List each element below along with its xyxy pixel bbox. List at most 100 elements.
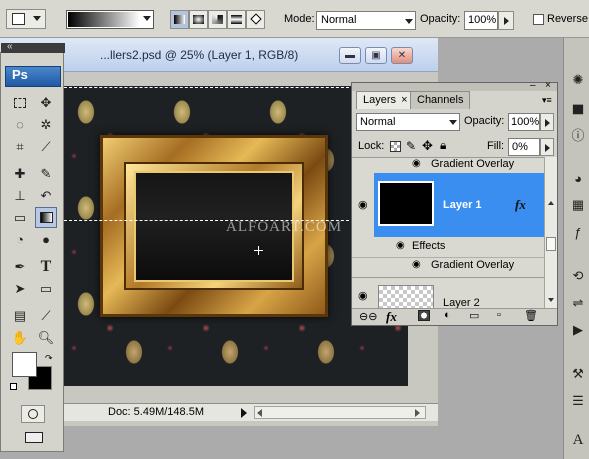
reverse-checkbox[interactable] bbox=[533, 14, 544, 25]
scroll-left-arrow[interactable] bbox=[257, 409, 262, 417]
add-mask-icon[interactable] bbox=[418, 310, 430, 321]
horizontal-scrollbar[interactable] bbox=[254, 406, 426, 419]
layer-row-layer1[interactable]: ◉ Layer 1 fx bbox=[352, 173, 544, 237]
tab-close-icon[interactable]: × bbox=[401, 94, 407, 106]
document-titlebar[interactable]: ...llers2.psd @ 25% (Layer 1, RGB/8) ▬ ▣… bbox=[0, 38, 438, 72]
toolbox-grip[interactable]: « bbox=[1, 41, 65, 53]
styles-icon[interactable]: ƒ bbox=[567, 222, 589, 242]
linear-gradient-button[interactable] bbox=[170, 10, 189, 29]
radial-gradient-button[interactable] bbox=[189, 10, 208, 29]
notes-tool-icon[interactable]: ▤ bbox=[9, 305, 31, 326]
blend-mode-select[interactable]: Normal bbox=[356, 113, 460, 131]
quick-mask-button[interactable] bbox=[21, 405, 45, 423]
new-group-icon[interactable]: ▭ bbox=[469, 309, 479, 322]
play-actions-icon[interactable]: ▶ bbox=[567, 320, 589, 340]
path-selection-tool-icon[interactable]: ➤ bbox=[9, 278, 31, 299]
history-brush-tool-icon[interactable]: ↶ bbox=[35, 185, 57, 206]
fx-icon[interactable]: fx bbox=[515, 197, 526, 213]
adjustment-layer-icon[interactable]: ◐ bbox=[444, 309, 451, 321]
color-icon[interactable]: ◕ bbox=[567, 168, 589, 188]
maximize-button[interactable]: ▣ bbox=[365, 47, 387, 64]
gradient-overlay-row[interactable]: ◉ Gradient Overlay bbox=[352, 259, 544, 274]
default-colors-icon[interactable] bbox=[10, 383, 17, 390]
tool-presets-icon[interactable]: ⚒ bbox=[567, 364, 589, 384]
pen-tool-icon[interactable]: ✒ bbox=[9, 256, 31, 277]
eye-icon[interactable]: ◉ bbox=[412, 259, 421, 270]
opacity-slider-toggle[interactable] bbox=[498, 11, 514, 30]
actions-icon[interactable]: ⇌ bbox=[567, 293, 589, 313]
dodge-tool-icon[interactable]: ● bbox=[35, 229, 57, 250]
status-menu-arrow[interactable] bbox=[241, 408, 247, 418]
swatches-icon[interactable]: ▦ bbox=[567, 195, 589, 215]
lock-image-icon[interactable]: ✎ bbox=[406, 139, 416, 153]
panel-close-icon[interactable]: × bbox=[545, 80, 551, 91]
tab-layers[interactable]: Layers × bbox=[356, 91, 415, 109]
shape-tool-icon[interactable]: ▭ bbox=[35, 278, 57, 299]
panel-collapse-icon[interactable]: – bbox=[530, 80, 536, 91]
opacity-input[interactable]: 100% bbox=[464, 11, 498, 30]
close-button[interactable]: ✕ bbox=[391, 47, 413, 64]
eyedropper-sample-tool-icon[interactable]: ⟋ bbox=[35, 305, 57, 326]
swap-colors-icon[interactable]: ↷ bbox=[45, 353, 53, 364]
minimize-button[interactable]: ▬ bbox=[339, 47, 361, 64]
mode-select[interactable]: Normal bbox=[316, 11, 416, 30]
history-icon[interactable]: ⟲ bbox=[567, 266, 589, 286]
chevron-right-icon bbox=[504, 17, 509, 25]
effect-row-gradient-top[interactable]: ◉ Gradient Overlay bbox=[352, 158, 544, 172]
scroll-up-arrow[interactable] bbox=[548, 201, 554, 205]
hand-tool-icon[interactable]: ✋ bbox=[9, 327, 31, 348]
blur-tool-icon[interactable]: ◔ bbox=[9, 229, 31, 250]
fill-input[interactable]: 0% bbox=[508, 138, 540, 156]
eyedropper-tool-icon[interactable]: ⟋ bbox=[35, 136, 57, 157]
reflected-gradient-button[interactable] bbox=[227, 10, 246, 29]
brush-tool-icon[interactable]: ✎ bbox=[35, 163, 57, 184]
tab-channels[interactable]: Channels bbox=[410, 91, 471, 109]
healing-brush-tool-icon[interactable]: ✚ bbox=[9, 163, 31, 184]
lock-position-icon[interactable]: ✥ bbox=[422, 138, 433, 154]
panel-header-bar[interactable]: – × bbox=[352, 80, 557, 91]
chevron-down-icon bbox=[405, 19, 413, 24]
navigator-icon[interactable]: ✺ bbox=[567, 70, 589, 90]
fill-slider-toggle[interactable] bbox=[540, 138, 554, 156]
layer-opacity-input[interactable]: 100% bbox=[508, 113, 540, 131]
effects-row[interactable]: ◉ Effects bbox=[352, 240, 544, 255]
info-icon[interactable]: ⓘ bbox=[567, 124, 589, 144]
lock-transparency-icon[interactable] bbox=[390, 141, 401, 152]
scroll-right-arrow[interactable] bbox=[415, 409, 420, 417]
gradient-tool-icon[interactable] bbox=[35, 207, 57, 228]
type-tool-icon[interactable]: T bbox=[35, 256, 57, 277]
visibility-eye-icon[interactable]: ◉ bbox=[358, 289, 368, 302]
clone-stamp-tool-icon[interactable]: ⊥ bbox=[9, 185, 31, 206]
tool-preset-picker[interactable] bbox=[6, 9, 46, 29]
link-layers-icon[interactable]: ⊖⊖ bbox=[359, 310, 377, 323]
scroll-down-arrow[interactable] bbox=[548, 298, 554, 302]
character-icon[interactable]: A bbox=[567, 430, 589, 450]
eraser-tool-icon[interactable]: ▭ bbox=[9, 207, 31, 228]
foreground-color-swatch[interactable] bbox=[12, 352, 37, 377]
magic-wand-tool-icon[interactable]: ✲ bbox=[35, 114, 57, 135]
delete-layer-icon[interactable]: 🗑︎ bbox=[524, 309, 538, 322]
layer-list-scrollbar[interactable] bbox=[544, 157, 557, 308]
lock-all-icon[interactable]: 🔒︎ bbox=[440, 138, 446, 153]
layer-row-layer2[interactable]: ◉ Layer 2 bbox=[352, 279, 544, 308]
move-tool-icon[interactable]: ✥ bbox=[35, 92, 57, 113]
marquee-tool-icon[interactable] bbox=[9, 92, 31, 113]
lasso-tool-icon[interactable]: ◌ bbox=[9, 114, 31, 135]
photoshop-logo[interactable]: Ps bbox=[5, 66, 61, 87]
histogram-icon[interactable]: ▅ bbox=[567, 97, 589, 117]
add-style-icon[interactable]: fx bbox=[386, 309, 397, 325]
visibility-eye-icon[interactable]: ◉ bbox=[358, 198, 368, 211]
brushes-icon[interactable]: ☰ bbox=[567, 391, 589, 411]
screen-mode-button[interactable] bbox=[21, 430, 47, 446]
zoom-tool-icon[interactable]: 🔍︎ bbox=[35, 327, 57, 348]
diamond-gradient-button[interactable] bbox=[246, 10, 265, 29]
gradient-picker[interactable] bbox=[66, 10, 154, 29]
crop-tool-icon[interactable]: ⌗ bbox=[9, 136, 31, 157]
eye-icon[interactable]: ◉ bbox=[396, 240, 405, 251]
eye-icon[interactable]: ◉ bbox=[412, 158, 421, 169]
angle-gradient-button[interactable] bbox=[208, 10, 227, 29]
new-layer-icon[interactable]: ▫ bbox=[497, 309, 501, 321]
layer-opacity-slider-toggle[interactable] bbox=[540, 113, 554, 131]
scroll-thumb[interactable] bbox=[546, 237, 556, 251]
panel-menu-icon[interactable]: ▾≡ bbox=[542, 95, 552, 106]
